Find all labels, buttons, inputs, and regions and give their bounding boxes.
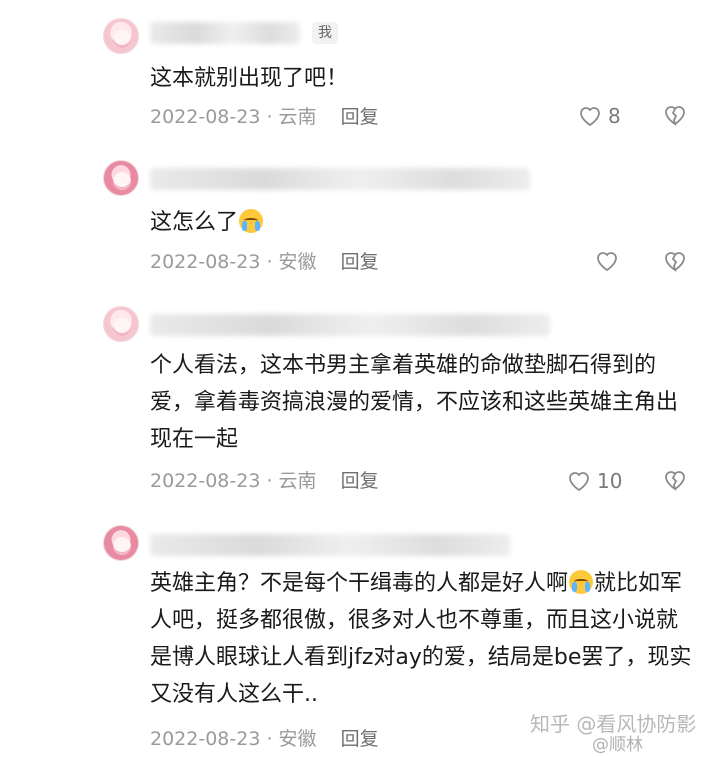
- reply-button[interactable]: 回复: [341, 106, 379, 128]
- comment-text: 这本就别出现了吧！: [150, 66, 349, 91]
- meta-separator: ·: [260, 728, 279, 750]
- broken-heart-icon: [665, 252, 685, 272]
- comment-meta: 2022-08-23 · 安徽 回复: [150, 250, 379, 274]
- username-blurred[interactable]: [150, 314, 550, 336]
- comment-text-part-a: 英雄主角？不是每个干缉毒的人都是好人啊: [150, 571, 569, 596]
- self-badge: 我: [312, 22, 338, 44]
- heart-icon: [597, 252, 617, 272]
- heart-icon: [569, 472, 589, 492]
- comment-date: 2022-08-23: [150, 106, 261, 128]
- broken-heart-icon: [665, 471, 685, 491]
- comment-date: 2022-08-23: [150, 251, 261, 273]
- avatar[interactable]: [103, 18, 139, 54]
- crying-emoji-icon: [239, 209, 264, 233]
- like-button[interactable]: 10: [567, 469, 622, 493]
- meta-separator: ·: [260, 106, 279, 128]
- username-blurred[interactable]: [150, 22, 300, 44]
- dislike-button[interactable]: [663, 104, 687, 130]
- reply-button[interactable]: 回复: [341, 470, 379, 492]
- meta-separator: ·: [260, 470, 279, 492]
- username-blurred[interactable]: [150, 534, 510, 556]
- avatar[interactable]: [103, 160, 139, 196]
- meta-separator: ·: [260, 251, 279, 273]
- avatar[interactable]: [103, 525, 139, 561]
- comment-date: 2022-08-23: [150, 470, 261, 492]
- like-count: 8: [608, 104, 621, 128]
- comment-meta: 2022-08-23 · 云南 回复: [150, 469, 379, 493]
- reply-button[interactable]: 回复: [341, 251, 379, 273]
- broken-heart-icon: [665, 106, 685, 126]
- comment-location: 安徽: [278, 251, 317, 273]
- comment-location: 云南: [278, 106, 317, 128]
- comment-location: 云南: [278, 470, 317, 492]
- reply-button[interactable]: 回复: [341, 728, 379, 750]
- comment-text: 英雄主角？不是每个干缉毒的人都是好人啊 就比如军人吧，挺多都很傲，很多对人也不尊重…: [150, 565, 695, 713]
- comment-text: 个人看法，这本书男主拿着英雄的命做垫脚石得到的爱，拿着毒资搞浪漫的爱情，不应该和…: [150, 353, 679, 452]
- weibo-watermark: @顺林: [592, 735, 643, 755]
- like-button[interactable]: [595, 250, 619, 272]
- comment-meta: 2022-08-23 · 安徽 回复: [150, 727, 379, 751]
- crying-emoji-icon: [569, 570, 594, 594]
- dislike-button[interactable]: [663, 250, 687, 276]
- comment-text-content: 这怎么了: [150, 210, 239, 235]
- username-blurred[interactable]: [150, 168, 530, 190]
- comment-location: 安徽: [278, 728, 317, 750]
- like-button[interactable]: 8: [578, 104, 621, 128]
- comment-date: 2022-08-23: [150, 728, 261, 750]
- heart-icon: [580, 107, 600, 127]
- comment-meta: 2022-08-23 · 云南 回复: [150, 105, 379, 129]
- like-count: 10: [597, 469, 623, 493]
- dislike-button[interactable]: [663, 469, 687, 495]
- comment-text: 这怎么了: [150, 204, 695, 241]
- avatar[interactable]: [103, 306, 139, 342]
